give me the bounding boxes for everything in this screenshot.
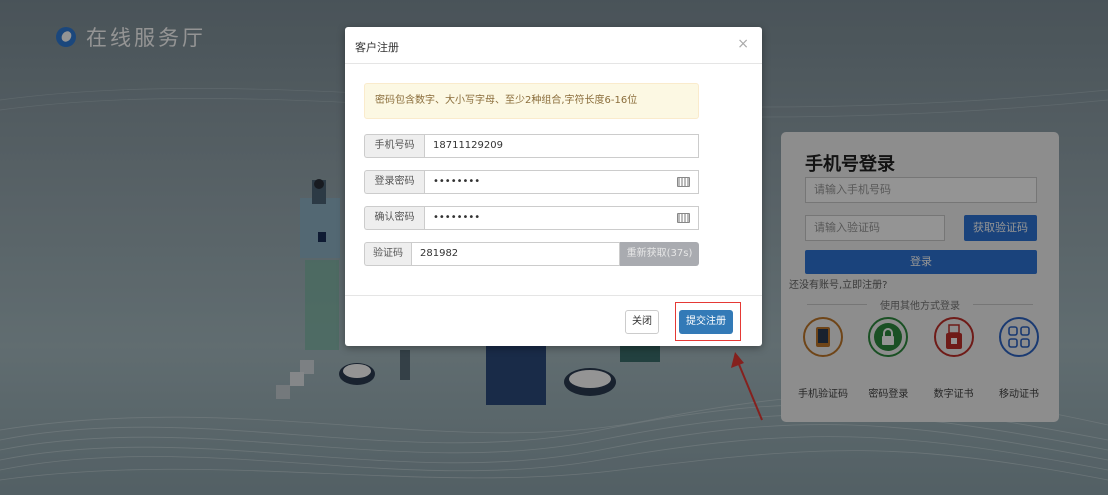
close-button[interactable]: 关闭 xyxy=(625,310,659,334)
phone-row: 手机号码 18711129209 xyxy=(364,134,699,158)
modal-footer: 关闭 提交注册 xyxy=(345,295,762,346)
code-label: 验证码 xyxy=(364,242,411,266)
confirm-value: •••••••• xyxy=(433,212,481,223)
phone-field[interactable]: 18711129209 xyxy=(424,134,699,158)
password-hint-alert: 密码包含数字、大小写字母、至少2种组合,字符长度6-16位 xyxy=(364,83,699,119)
register-modal: 客户注册 × 密码包含数字、大小写字母、至少2种组合,字符长度6-16位 手机号… xyxy=(345,27,762,346)
highlight-box xyxy=(675,302,741,341)
confirm-label: 确认密码 xyxy=(364,206,424,230)
close-icon[interactable]: × xyxy=(737,36,749,52)
resend-code-button[interactable]: 重新获取(37s) xyxy=(620,242,699,266)
phone-label: 手机号码 xyxy=(364,134,424,158)
password-value: •••••••• xyxy=(433,176,481,187)
password-label: 登录密码 xyxy=(364,170,424,194)
password-row: 登录密码 •••••••• xyxy=(364,170,699,194)
confirm-row: 确认密码 •••••••• xyxy=(364,206,699,230)
code-field[interactable]: 281982 xyxy=(411,242,620,266)
code-row: 验证码 281982 重新获取(37s) xyxy=(364,242,699,266)
confirm-password-field[interactable]: •••••••• xyxy=(424,206,699,230)
password-field[interactable]: •••••••• xyxy=(424,170,699,194)
keyboard-icon[interactable] xyxy=(677,177,690,187)
modal-header: 客户注册 × xyxy=(345,27,762,64)
modal-title: 客户注册 xyxy=(355,41,399,54)
keyboard-icon[interactable] xyxy=(677,213,690,223)
